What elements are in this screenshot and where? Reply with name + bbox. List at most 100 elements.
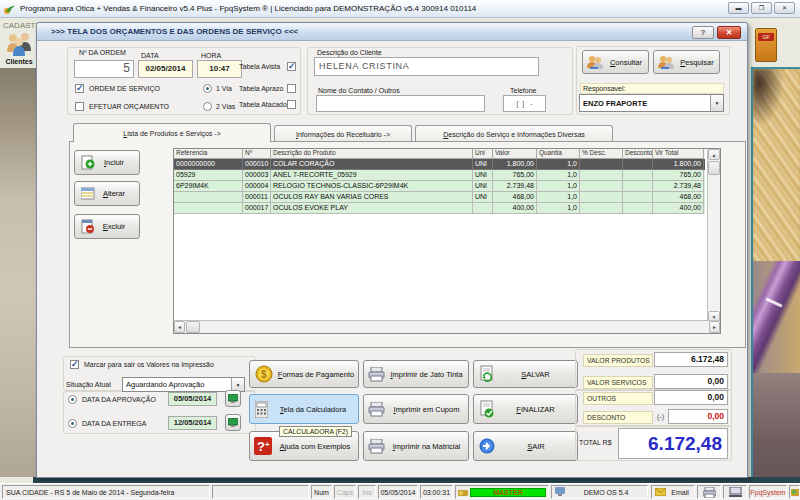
horizontal-scroll-thumb[interactable] [186,321,200,333]
status-empty [212,485,309,499]
imprimir-matricial-label: Imprimir na Matricial [385,442,468,451]
valor-produtos-label: VALOR PRODUTOS [583,354,653,367]
formas-pagamento-button[interactable]: $ Formas de Pagamento [249,360,359,388]
background-photo-left [0,68,36,477]
table-row[interactable]: 6P29IM4K000004RELOGIO TECHNOS-CLASSIC-6P… [174,181,705,192]
via2-radio[interactable] [203,102,212,111]
grid-horizontal-scrollbar[interactable]: ◄ ► [174,320,720,333]
table-row[interactable]: 000011OCULOS RAY BAN VARIAS CORESUNI468,… [174,192,705,203]
scroll-right-button[interactable]: ► [709,321,720,333]
responsible-dropdown-arrow[interactable]: ▼ [710,95,723,111]
client-field[interactable]: HELENA CRISTINA [314,57,539,76]
excluir-label: Excluir [95,222,133,231]
grid-column-header[interactable]: % Desc. [580,149,623,159]
tab-lista-produtos-label: Lista de Produtos e Serviços -> [123,130,220,137]
sair-button[interactable]: SAIR [473,431,578,461]
dialog-close-button[interactable]: ✕ [717,26,741,39]
consultar-label: Consultar [604,58,648,67]
excluir-button[interactable]: Excluir [74,214,140,239]
tab-informacoes-receituario[interactable]: Informações do Receituário -> [274,125,412,142]
toolbar-icon-right[interactable]: GF [755,28,777,62]
imprimir-cupom-button[interactable]: Imprimir em Cupom [363,394,469,424]
grid-column-header[interactable]: Quantia [537,149,580,159]
calculadora-label: Tela da Calculadora [268,405,358,414]
grid-column-header[interactable]: Uni [473,149,493,159]
table-cell: 1,0 [537,170,580,181]
alterar-button[interactable]: Alterar [74,181,140,206]
finalizar-button[interactable]: FINALIZAR [473,394,578,424]
entrega-radio[interactable] [68,419,77,428]
aprovacao-radio[interactable] [68,395,77,404]
grid-column-header[interactable]: Valor [493,149,537,159]
entrega-date-field[interactable]: 12/05/2014 [168,416,217,430]
tabela-aprazo-checkbox[interactable] [287,84,296,93]
status-display[interactable] [723,485,747,499]
table-cell: 1,0 [537,181,580,192]
calculadora-button[interactable]: Tela da Calculadora [249,394,359,424]
grid-column-header[interactable]: Nº [243,149,271,159]
via1-radio[interactable] [203,84,212,93]
table-cell: 1.800,00 [653,159,704,170]
imprimir-matricial-button[interactable]: Imprimir na Matricial [363,431,469,461]
scroll-left-button[interactable]: ◄ [174,321,185,333]
incluir-button[interactable]: Incluir [74,150,140,175]
user-key-icon [458,487,468,497]
via1-label: 1 Via [216,85,232,92]
table-row[interactable]: 0000000000000010COLAR CORAÇÃOUNI1.800,00… [174,159,705,170]
toolbar-item-clientes[interactable]: Clientes [2,32,36,68]
grid-column-header[interactable]: Descrição do Produto [271,149,473,159]
tab-lista-produtos[interactable]: Lista de Produtos e Serviços -> [73,123,271,142]
status-email[interactable]: Email [651,485,695,499]
finalizar-label: FINALIZAR [494,405,577,414]
entrega-calendar-button[interactable] [225,414,241,431]
aprovacao-label: DATA DA APROVAÇÃO [82,396,156,403]
date-field[interactable]: 02/05/2014 [138,60,193,78]
order-number-field[interactable]: 5 [74,60,134,78]
ajuda-label: Ajuda com Exemplos [272,442,358,451]
imprimir-jato-button[interactable]: Imprimir de Jato Tinta [363,360,469,388]
grid-column-header[interactable]: Desconto [623,149,653,159]
ordem-servico-checkbox[interactable] [75,84,84,93]
status-printer[interactable] [697,485,721,499]
aprovacao-calendar-button[interactable] [225,390,241,407]
ordem-servico-label: ORDEM DE SERVIÇO [89,85,160,92]
consultar-button[interactable]: Consultar [582,50,649,74]
minimize-button[interactable]: ▬ [728,2,749,14]
table-row[interactable]: 000017OCULOS EVOKE PLAY400,001,0400,00 [174,203,705,214]
tabela-avista-checkbox[interactable] [287,62,296,71]
tab-descricao-servico[interactable]: Descrição do Serviço e Informações Diver… [415,125,613,142]
grid-column-header[interactable]: Referencia [174,149,243,159]
close-button[interactable]: ✕ [774,2,795,14]
scroll-up-button[interactable]: ▲ [708,149,720,160]
efetuar-orcamento-checkbox[interactable] [75,102,84,111]
phone-field[interactable]: [ ] - [503,95,546,112]
table-cell: 400,00 [653,203,704,214]
grid-header: ReferenciaNºDescrição do ProdutoUniValor… [174,149,705,159]
calendar-icon [228,394,238,403]
sair-label: SAIR [495,442,577,451]
pesquisar-label: Pesquisar [675,58,719,67]
table-row[interactable]: 05929000003ANEL 7-RECORTE_05929UNI765,00… [174,170,705,181]
contact-field[interactable] [316,95,485,112]
consultar-icon [586,55,604,70]
restore-button[interactable]: ❐ [751,2,772,14]
grid-vertical-scrollbar[interactable]: ▲ ▼ [707,149,720,322]
status-date: 05/05/2014 [378,485,418,499]
tabela-atacado-checkbox[interactable] [287,100,296,109]
vertical-scroll-thumb[interactable] [708,161,720,175]
pesquisar-button[interactable]: Pesquisar [653,50,720,74]
contact-label: Nome do Contato / Outros [318,87,400,94]
time-field[interactable]: 10:47 [197,60,242,78]
grid-column-header[interactable]: Vlr Total [653,149,704,159]
monitor-icon [555,487,565,497]
responsible-dropdown[interactable]: ENZO FRAPORTE ▼ [579,94,724,112]
dialog-help-button[interactable]: ? [692,26,714,39]
desconto-label: DESCONTO [583,411,653,424]
salvar-button[interactable]: SALVAR [473,360,578,388]
total-value: 6.172,48 [618,428,728,459]
help-plus-icon: ?+ [254,437,272,455]
dialog-titlebar[interactable]: >>> TELA DOS ORÇAMENTOS E DAS ORDENS DE … [37,23,747,41]
aprovacao-date-field[interactable]: 05/05/2014 [168,392,217,406]
entrega-label: DATA DA ENTREGA [82,420,146,427]
print-values-checkbox[interactable] [70,360,79,369]
